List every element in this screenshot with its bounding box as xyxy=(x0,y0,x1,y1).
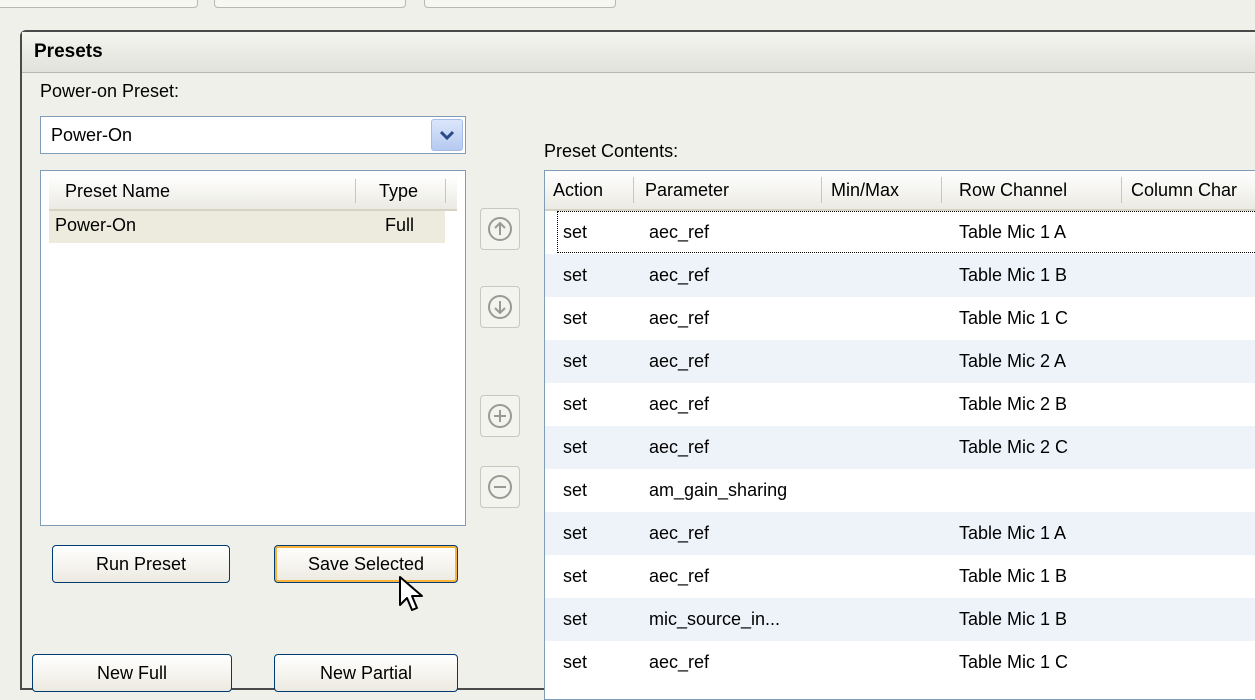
column-separator[interactable] xyxy=(1121,177,1122,203)
table-row[interactable]: set aec_ref Table Mic 1 B xyxy=(545,254,1255,297)
chevron-down-icon[interactable] xyxy=(431,119,463,151)
contents-table-header: Action Parameter Min/Max Row Channel Col… xyxy=(545,171,1255,211)
preset-list-header: Preset Name Type xyxy=(49,175,457,211)
cell-action: set xyxy=(563,523,588,543)
table-row[interactable]: set mic_source_in... Table Mic 1 B xyxy=(545,598,1255,641)
top-tab-2[interactable] xyxy=(214,0,406,8)
new-partial-button[interactable]: New Partial xyxy=(274,654,458,692)
cell-action: set xyxy=(563,652,588,672)
cell-row-channel: Table Mic 1 A xyxy=(959,523,1067,543)
column-action[interactable]: Action xyxy=(553,180,603,201)
column-row-channel[interactable]: Row Channel xyxy=(959,180,1067,201)
column-separator[interactable] xyxy=(445,179,446,203)
run-preset-button[interactable]: Run Preset xyxy=(52,545,230,583)
mouse-pointer-icon xyxy=(398,575,428,620)
arrow-up-circle-icon xyxy=(488,217,512,241)
table-row[interactable]: set am_gain_sharing xyxy=(545,469,1255,512)
table-row[interactable]: set aec_ref Table Mic 2 A xyxy=(545,340,1255,383)
power-on-preset-label: Power-on Preset: xyxy=(40,81,180,101)
cell-parameter: aec_ref xyxy=(649,351,710,371)
table-row[interactable]: set aec_ref Table Mic 1 B xyxy=(545,555,1255,598)
column-type[interactable]: Type xyxy=(379,181,418,202)
cell-parameter: aec_ref xyxy=(649,523,710,543)
preset-type: Full xyxy=(385,215,415,235)
cell-action: set xyxy=(563,308,588,328)
table-row[interactable]: set aec_ref Table Mic 1 C xyxy=(545,641,1255,684)
cell-parameter: aec_ref xyxy=(649,566,710,586)
remove-item-button[interactable] xyxy=(480,466,520,508)
column-min-max[interactable]: Min/Max xyxy=(831,180,899,201)
preset-contents-label: Preset Contents: xyxy=(544,141,679,161)
minus-circle-icon xyxy=(488,475,512,499)
move-down-button[interactable] xyxy=(480,286,520,328)
cell-row-channel: Table Mic 2 A xyxy=(959,351,1067,371)
cell-action: set xyxy=(563,265,588,285)
cell-action: set xyxy=(563,222,588,242)
column-separator[interactable] xyxy=(633,177,634,203)
move-up-button[interactable] xyxy=(480,208,520,250)
table-row[interactable]: set aec_ref Table Mic 2 B xyxy=(545,383,1255,426)
cell-row-channel: Table Mic 1 C xyxy=(959,308,1069,328)
cell-parameter: aec_ref xyxy=(649,308,710,328)
cell-row-channel: Table Mic 1 C xyxy=(959,652,1069,672)
cell-action: set xyxy=(563,566,588,586)
column-parameter[interactable]: Parameter xyxy=(645,180,729,201)
top-tab-strip xyxy=(0,0,1255,12)
cell-row-channel: Table Mic 2 B xyxy=(959,394,1068,414)
column-separator[interactable] xyxy=(821,177,822,203)
top-tab-3[interactable] xyxy=(424,0,616,8)
cell-action: set xyxy=(563,609,588,629)
column-preset-name[interactable]: Preset Name xyxy=(65,181,170,202)
preset-contents-table[interactable]: Action Parameter Min/Max Row Channel Col… xyxy=(544,170,1255,700)
table-row[interactable]: set aec_ref Table Mic 1 A xyxy=(545,211,1255,254)
add-item-button[interactable] xyxy=(480,395,520,437)
power-on-preset-value: Power-On xyxy=(51,125,133,145)
column-separator[interactable] xyxy=(941,177,942,203)
column-separator[interactable] xyxy=(355,179,356,203)
cell-row-channel: Table Mic 1 B xyxy=(959,609,1068,629)
top-tab-1[interactable] xyxy=(0,0,198,8)
table-row[interactable]: set aec_ref Table Mic 1 C xyxy=(545,297,1255,340)
cell-action: set xyxy=(563,351,588,371)
cell-row-channel: Table Mic 1 A xyxy=(959,222,1067,242)
cell-parameter: mic_source_in... xyxy=(649,609,781,629)
preset-row-selected[interactable]: Power-On Full xyxy=(49,211,445,243)
cell-action: set xyxy=(563,437,588,457)
table-row[interactable]: set aec_ref Table Mic 1 A xyxy=(545,512,1255,555)
cell-action: set xyxy=(563,394,588,414)
save-selected-button[interactable]: Save Selected xyxy=(274,545,458,583)
cell-row-channel: Table Mic 1 B xyxy=(959,265,1068,285)
new-full-button[interactable]: New Full xyxy=(32,654,232,692)
arrow-down-circle-icon xyxy=(488,295,512,319)
cell-parameter: aec_ref xyxy=(649,394,710,414)
column-column-channel[interactable]: Column Char xyxy=(1131,180,1237,201)
cell-parameter: aec_ref xyxy=(649,652,710,672)
cell-parameter: aec_ref xyxy=(649,437,710,457)
cell-row-channel: Table Mic 2 C xyxy=(959,437,1069,457)
preset-name: Power-On xyxy=(55,215,137,235)
panel-title: Presets xyxy=(22,32,1255,73)
table-row[interactable]: set aec_ref Table Mic 2 C xyxy=(545,426,1255,469)
cell-row-channel: Table Mic 1 B xyxy=(959,566,1068,586)
cell-parameter: aec_ref xyxy=(649,222,710,242)
plus-circle-icon xyxy=(488,404,512,428)
power-on-preset-dropdown[interactable]: Power-On xyxy=(40,116,466,154)
cell-parameter: am_gain_sharing xyxy=(649,480,788,500)
cell-action: set xyxy=(563,480,588,500)
cell-parameter: aec_ref xyxy=(649,265,710,285)
preset-list[interactable]: Preset Name Type Power-On Full xyxy=(40,170,466,526)
